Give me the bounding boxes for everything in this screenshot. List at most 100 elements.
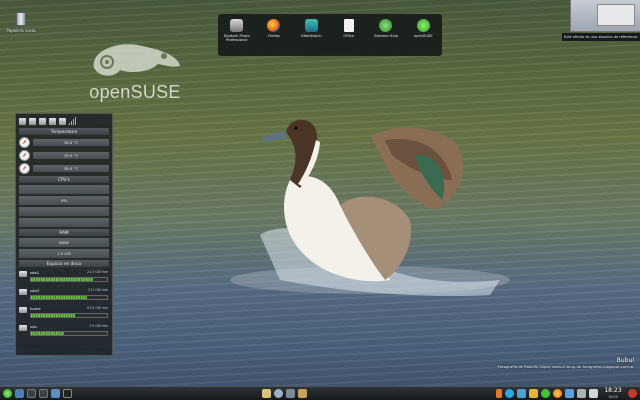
pager-icon[interactable] [27, 389, 36, 398]
clock[interactable]: 18:23 10/20 [601, 387, 625, 400]
disk-name: home [30, 306, 41, 311]
launcher-label: Digikam Photo Professional [223, 34, 250, 43]
folder-icon[interactable] [529, 389, 538, 398]
thermometer-gauge-icon [19, 163, 30, 174]
photo-app-icon [230, 19, 244, 32]
cpu-bar [19, 218, 109, 227]
disk-usage-bar [30, 331, 108, 336]
launcher-label: openSUSE [414, 34, 433, 38]
wallpaper-title: Bubul [616, 357, 634, 364]
ram-header: RAM [19, 229, 109, 236]
doc-icon[interactable] [29, 117, 36, 125]
launcher-knetattach[interactable]: KNetAttach [296, 19, 326, 38]
drive-icon [19, 289, 27, 295]
skype-icon[interactable] [505, 389, 514, 398]
memory-icon[interactable] [49, 117, 56, 125]
clipboard-icon[interactable] [261, 389, 271, 398]
disk-icon[interactable] [59, 117, 66, 125]
disks-header: Espacio en disco [19, 260, 109, 267]
signal-bars-icon[interactable] [69, 116, 76, 125]
trash-desktop-icon[interactable]: Papelera vacía [4, 12, 38, 33]
cpu-bar: 0% [19, 196, 109, 205]
document-icon [343, 19, 354, 32]
search-icon[interactable] [273, 389, 283, 398]
chameleon-icon [93, 44, 180, 76]
wallpaper-duck-image [230, 119, 510, 297]
download-icon[interactable] [565, 389, 574, 398]
drive-icon [19, 325, 27, 331]
disk-usage-item[interactable]: sda3 211 GiB free [19, 288, 109, 303]
launcher-office[interactable]: Office [334, 19, 364, 38]
temperature-value: 38.0 °C [33, 165, 109, 172]
chip-icon[interactable] [39, 117, 46, 125]
clock-date: 10/20 [608, 394, 618, 399]
taskbar: 18:23 10/20 [0, 386, 640, 400]
opensuse-logo: openSUSE [80, 38, 190, 108]
firefox-icon[interactable] [553, 389, 562, 398]
opensuse-icon[interactable] [541, 389, 550, 398]
disk-usage-fill [31, 314, 76, 317]
wallpaper-caption: Bubul Fotografía de Rodolfo López www.el… [498, 357, 634, 369]
pager-icon[interactable] [39, 389, 48, 398]
launcher-label: Office [343, 34, 354, 38]
trash-label: Papelera vacía [6, 28, 36, 33]
window-thumbnail [597, 4, 635, 26]
temperature-value: 39.0 °C [33, 152, 109, 159]
trash-icon [16, 12, 26, 26]
temperature-row: 38.0 °C [19, 163, 109, 174]
disk-usage-bar [30, 313, 108, 318]
launcher-opensuse[interactable]: openSUSE [408, 19, 438, 38]
start-menu-icon[interactable] [3, 389, 12, 398]
ram-bar: SWAP [19, 238, 109, 247]
disk-usage-fill [31, 278, 94, 281]
volume-icon[interactable] [589, 389, 598, 398]
cpu-bar [19, 185, 109, 194]
disk-free: 63.8 GiB free [87, 306, 108, 310]
logo-text: openSUSE [89, 82, 181, 102]
disk-usage-item[interactable]: home 63.8 GiB free [19, 306, 109, 321]
battery-icon[interactable] [628, 389, 637, 398]
screen-edge-preview[interactable] [570, 0, 640, 32]
file-manager-icon[interactable] [51, 389, 60, 398]
temperature-value: 38.0 °C [33, 139, 109, 146]
disk-usage-fill [31, 332, 65, 335]
launcher-label: Sistema Help [374, 34, 398, 38]
disk-name: usb [30, 324, 37, 329]
launcher-photo-app[interactable]: Digikam Photo Professional [222, 19, 252, 43]
launcher-label: Firefox [268, 34, 280, 38]
monitor-toolbar [19, 116, 109, 126]
opensuse-icon [416, 19, 430, 32]
cpu-bar [19, 207, 109, 216]
cpu-header: CPU's [19, 176, 109, 183]
drive-icon [19, 307, 27, 313]
disk-free: 24.3 GiB free [87, 270, 108, 274]
terminal-icon[interactable] [63, 389, 72, 398]
thermometer-gauge-icon [19, 150, 30, 161]
drive-icon [19, 271, 27, 277]
network-icon[interactable] [285, 389, 295, 398]
firefox-icon [267, 19, 281, 32]
disk-name: sda3 [30, 288, 40, 293]
quick-launch-panel: Digikam Photo Professional Firefox KNetA… [218, 14, 442, 56]
temperature-row: 38.0 °C [19, 137, 109, 148]
printer-icon[interactable] [577, 389, 586, 398]
activities-icon[interactable] [15, 389, 24, 398]
tools-icon[interactable] [297, 389, 307, 398]
wallpaper-credit: Fotografía de Rodolfo López www.el-blog-… [497, 364, 634, 369]
disk-usage-bar [30, 277, 108, 282]
network-icon [304, 19, 318, 32]
chat-icon[interactable] [517, 389, 526, 398]
help-icon [379, 19, 393, 32]
system-monitor-widget: Temperature 38.0 °C 39.0 °C 38.0 °C CPU'… [15, 113, 113, 356]
disk-free: 211 GiB free [88, 288, 108, 292]
disk-usage-item[interactable]: usb 3.9 GiB free [19, 324, 109, 339]
monitor-icon[interactable] [19, 117, 26, 125]
disk-usage-item[interactable]: sda1 24.3 GiB free [19, 270, 109, 285]
temperature-row: 39.0 °C [19, 150, 109, 161]
ram-bar: 1.9 GiB [19, 249, 109, 258]
disk-name: sda1 [30, 270, 40, 275]
launcher-help[interactable]: Sistema Help [371, 19, 401, 38]
launcher-firefox[interactable]: Firefox [259, 19, 289, 38]
notification-icon[interactable] [496, 389, 502, 398]
disk-usage-fill [31, 296, 88, 299]
